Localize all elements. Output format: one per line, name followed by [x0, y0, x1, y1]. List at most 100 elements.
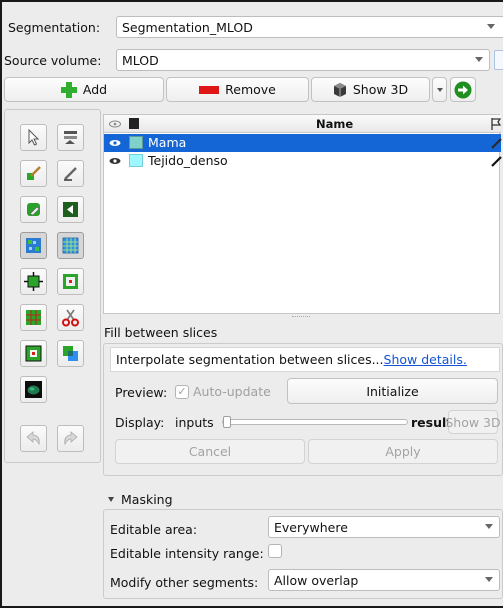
eraser-icon: [27, 203, 40, 216]
apply-label: Apply: [385, 444, 421, 459]
eye-icon[interactable]: [109, 157, 121, 165]
fill-between-slices-effect-button[interactable]: [57, 232, 84, 259]
segment-color-swatch[interactable]: [129, 136, 143, 149]
modify-other-segments-label: Modify other segments:: [110, 575, 259, 590]
cancel-label: Cancel: [188, 444, 232, 459]
effect-show-3d-button[interactable]: Show 3D: [445, 410, 501, 434]
initialize-label: Initialize: [366, 383, 419, 399]
editable-area-selector[interactable]: Everywhere: [268, 516, 500, 538]
logical-operators-icon: [63, 346, 78, 361]
grow-from-seeds-effect-button[interactable]: [20, 232, 47, 259]
modify-other-segments-value: Allow overlap: [274, 572, 359, 588]
segmentation-selector[interactable]: Segmentation_MLOD: [116, 16, 503, 38]
paint-brush-icon: [27, 166, 41, 180]
editable-intensity-label: Editable intensity range:: [110, 546, 264, 561]
plus-icon: [60, 81, 77, 98]
effects-tool-panel: [4, 109, 101, 463]
masking-title: Masking: [121, 492, 173, 507]
table-row[interactable]: Mama: [104, 134, 502, 152]
table-header: Name: [104, 115, 501, 133]
remove-segment-button[interactable]: Remove: [166, 77, 309, 102]
source-volume-label: Source volume:: [4, 53, 102, 68]
edit-pencil-icon[interactable]: [491, 137, 502, 149]
visibility-header-icon: [109, 120, 121, 128]
segments-table: Name Mama Tejido_denso: [103, 114, 502, 314]
initialize-button[interactable]: Initialize: [287, 378, 498, 404]
threshold-effect-button[interactable]: [57, 124, 84, 151]
level-tracing-effect-button[interactable]: [57, 196, 84, 223]
brain-mask-icon: [25, 381, 42, 398]
effect-title: Fill between slices: [104, 325, 218, 340]
chevron-down-icon: [485, 524, 493, 529]
checkmark-icon: ✓: [175, 384, 189, 399]
editable-area-value: Everywhere: [274, 519, 348, 535]
scissors-icon: [62, 309, 79, 327]
preview-label: Preview:: [115, 385, 168, 400]
edit-pencil-icon[interactable]: [491, 155, 502, 167]
inputs-label: inputs: [175, 415, 214, 430]
hollow-icon: [63, 274, 78, 289]
threshold-icon: [64, 131, 77, 144]
segmentation-label: Segmentation:: [8, 20, 101, 35]
source-volume-value: MLOD: [122, 52, 159, 68]
islands-icon: [25, 345, 42, 362]
splitter-handle[interactable]: [292, 316, 310, 317]
segmentation-value: Segmentation_MLOD: [122, 19, 253, 35]
flag-header-icon: [491, 118, 501, 130]
color-header-icon: [129, 118, 139, 129]
chevron-down-icon: [487, 24, 495, 29]
show-3d-label: Show 3D: [352, 82, 409, 97]
islands-effect-button[interactable]: [20, 340, 47, 367]
remove-label: Remove: [225, 82, 276, 97]
source-volume-selector[interactable]: MLOD: [116, 49, 490, 71]
redo-button[interactable]: [57, 425, 84, 452]
show-3d-dropdown[interactable]: [432, 77, 447, 102]
none-effect-button[interactable]: [20, 124, 47, 151]
collapse-triangle-icon: [108, 497, 114, 502]
pointer-arrow-icon: [28, 128, 40, 146]
margin-effect-button[interactable]: [20, 268, 47, 295]
margin-icon: [24, 272, 43, 291]
erase-effect-button[interactable]: [20, 196, 47, 223]
hollow-effect-button[interactable]: [57, 268, 84, 295]
slider-handle[interactable]: [223, 416, 231, 428]
forward-arrow-icon: [454, 81, 472, 98]
show-3d-button[interactable]: Show 3D: [311, 77, 430, 102]
cancel-button[interactable]: Cancel: [115, 439, 305, 464]
minus-icon: [199, 85, 220, 94]
add-segment-button[interactable]: Add: [4, 77, 164, 102]
smoothing-effect-button[interactable]: [20, 304, 47, 331]
eye-icon[interactable]: [109, 139, 121, 147]
redo-arrow-icon: [64, 431, 78, 446]
display-slider[interactable]: [222, 416, 408, 428]
next-arrow-button[interactable]: [450, 77, 476, 102]
paint-effect-button[interactable]: [20, 160, 47, 187]
name-column-header: Name: [316, 117, 354, 131]
apply-button[interactable]: Apply: [308, 439, 498, 464]
segment-color-swatch[interactable]: [129, 154, 143, 167]
editable-intensity-checkbox[interactable]: [268, 544, 282, 558]
masking-section-header[interactable]: Masking: [108, 492, 173, 507]
scissors-effect-button[interactable]: [57, 304, 84, 331]
effect-show-3d-label: Show 3D: [445, 414, 501, 430]
segment-name[interactable]: Tejido_denso: [148, 153, 228, 168]
effect-help-text: Interpolate segmentation between slices.…: [116, 352, 384, 367]
auto-update-checkbox[interactable]: ✓ Auto-update: [175, 384, 271, 399]
pencil-icon: [64, 167, 77, 181]
display-label: Display:: [115, 415, 165, 430]
draw-effect-button[interactable]: [57, 160, 84, 187]
smoothing-icon: [26, 310, 41, 325]
chevron-down-icon: [485, 577, 493, 582]
modify-other-segments-selector[interactable]: Allow overlap: [268, 569, 500, 591]
cube-icon: [333, 82, 346, 97]
fill-slices-grid-icon: [62, 237, 79, 254]
logical-operators-effect-button[interactable]: [57, 340, 84, 367]
segment-name[interactable]: Mama: [148, 135, 186, 150]
volume-options-icon[interactable]: [494, 50, 503, 70]
show-details-link[interactable]: Show details.: [384, 352, 467, 367]
table-row[interactable]: Tejido_denso: [104, 152, 502, 170]
chevron-down-icon: [436, 87, 443, 92]
mask-volume-effect-button[interactable]: [20, 376, 47, 403]
chevron-down-icon: [475, 57, 483, 62]
undo-button[interactable]: [20, 425, 47, 452]
